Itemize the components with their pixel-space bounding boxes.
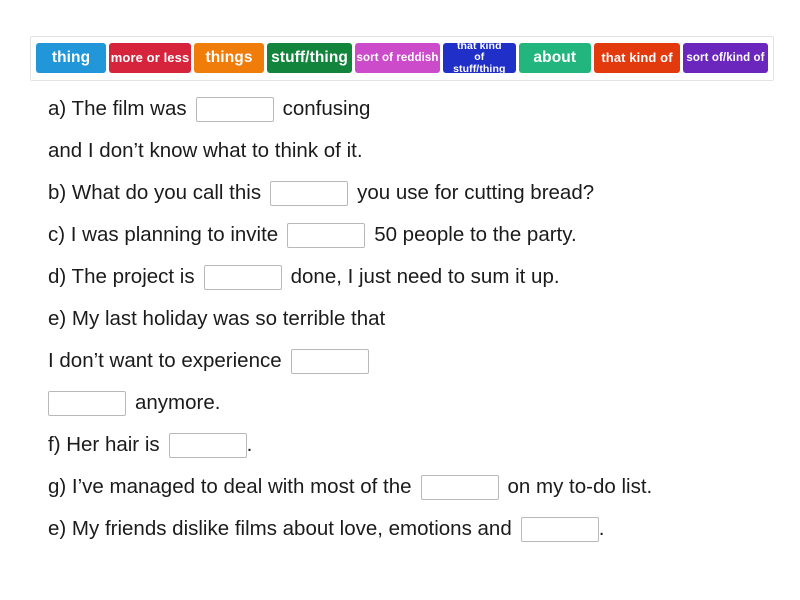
- exercise-line: e) My last holiday was so terrible that: [48, 298, 788, 340]
- exercise-line: d) The project is done, I just need to su…: [48, 256, 788, 298]
- blank-e-2[interactable]: [48, 390, 126, 416]
- blank-f-1[interactable]: [168, 432, 247, 458]
- word-tile[interactable]: more or less: [109, 43, 192, 73]
- exercise-line: a) The film was confusing: [48, 88, 788, 130]
- word-tile[interactable]: thing: [36, 43, 107, 73]
- exercise-text: a) The film was: [48, 97, 187, 120]
- word-tile-label: stuff/thing: [271, 48, 348, 66]
- word-tile-label: that kind of stuff/thing: [453, 40, 506, 75]
- exercise-line: f) Her hair is.: [48, 424, 788, 466]
- exercise-text: .: [598, 517, 605, 540]
- word-tile[interactable]: that kind of stuff/thing: [443, 40, 516, 75]
- exercise-text: you use for cutting bread?: [357, 181, 595, 204]
- exercise-text: done, I just need to sum it up.: [290, 265, 560, 288]
- exercise-text: 50 people to the party.: [374, 223, 577, 246]
- blank-g-1[interactable]: [420, 474, 499, 500]
- exercise-text: e) My last holiday was so terrible that: [48, 307, 386, 330]
- exercise-text: confusing: [282, 97, 371, 120]
- exercise-line: g) I’ve managed to deal with most of the…: [48, 466, 788, 508]
- word-tile[interactable]: sort of/kind of: [683, 43, 768, 73]
- word-tile-label: more or less: [110, 50, 190, 66]
- blank-b-1[interactable]: [270, 180, 349, 206]
- word-tile[interactable]: things: [194, 43, 265, 73]
- blank-d-1[interactable]: [203, 264, 282, 290]
- exercise-line: b) What do you call this you use for cutt…: [48, 172, 788, 214]
- exercise-text: f) Her hair is: [48, 433, 160, 456]
- blank-e2-1[interactable]: [520, 516, 599, 542]
- exercise-text: e) My friends dislike films about love, …: [48, 517, 512, 540]
- exercise-text: I don’t want to experience: [48, 349, 282, 372]
- exercise-line: anymore.: [48, 382, 788, 424]
- blank-e-1[interactable]: [290, 348, 369, 374]
- word-bank: thing more or less things stuff/thing sort o…: [30, 36, 774, 81]
- blank-c-1[interactable]: [287, 222, 366, 248]
- exercise-text: anymore.: [135, 391, 221, 414]
- exercise-text: .: [246, 433, 253, 456]
- exercise-line: I don’t want to experience: [48, 340, 788, 382]
- exercise-line: c) I was planning to invite 50 people to …: [48, 214, 788, 256]
- exercise-text: c) I was planning to invite: [48, 223, 279, 246]
- word-tile[interactable]: about: [518, 43, 591, 73]
- blank-a-1[interactable]: [195, 96, 274, 122]
- fill-in-the-blank-exercise: a) The film was confusing and I don’t know…: [48, 88, 788, 550]
- word-tile-label: that kind of: [601, 50, 673, 66]
- word-tile[interactable]: stuff/thing: [267, 43, 353, 73]
- exercise-text: g) I’ve managed to deal with most of the: [48, 475, 412, 498]
- exercise-text: d) The project is: [48, 265, 195, 288]
- word-tile-label: sort of/kind of: [686, 51, 765, 64]
- exercise-text: on my to-do list.: [507, 475, 653, 498]
- exercise-line: e) My friends dislike films about love, …: [48, 508, 788, 550]
- word-tile-label: about: [533, 48, 577, 66]
- word-tile-label: things: [205, 48, 253, 66]
- exercise-line: and I don’t know what to think of it.: [48, 130, 788, 172]
- word-tile-label: sort of reddish: [356, 51, 439, 64]
- page-root: thing more or less things stuff/thing sort o…: [0, 0, 800, 600]
- word-tile[interactable]: that kind of: [594, 43, 680, 73]
- exercise-text: and I don’t know what to think of it.: [48, 139, 363, 162]
- word-tile[interactable]: sort of reddish: [355, 43, 441, 73]
- exercise-text: b) What do you call this: [48, 181, 262, 204]
- word-tile-label: thing: [51, 48, 91, 66]
